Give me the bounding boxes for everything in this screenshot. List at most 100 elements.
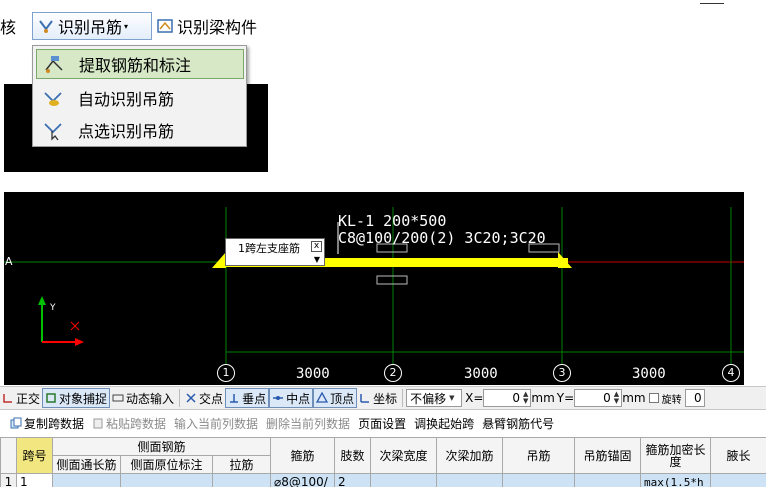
mm-label: mm xyxy=(531,391,555,405)
chevron-down-icon[interactable]: ▼ xyxy=(314,255,320,264)
beam-icon xyxy=(157,19,173,33)
midpoint-icon xyxy=(273,396,284,400)
recognize-beam-button[interactable]: 识别梁构件 xyxy=(154,12,274,40)
column-header-legs[interactable]: 肢数 xyxy=(334,437,372,474)
vertex-icon xyxy=(316,392,329,403)
audit-button[interactable]: 核 xyxy=(0,12,30,40)
row-header-corner xyxy=(0,437,17,474)
axis-bubble-2: 2 xyxy=(384,364,402,382)
offset-mode-select[interactable]: 不偏移 ▼ xyxy=(406,389,463,407)
x-label: X= xyxy=(465,391,484,405)
y-coordinate-value: 0 xyxy=(603,391,611,405)
vertex-button[interactable]: 顶点 xyxy=(313,388,358,408)
input-column-label: 输入当前列数据 xyxy=(174,416,259,431)
cad-drawing-area[interactable]: Y KL-1 200*500 C8@100/200(2) 3C20;3C20 1… xyxy=(4,192,744,385)
paste-icon xyxy=(93,418,103,429)
recognize-beam-label: 识别梁构件 xyxy=(177,18,258,37)
x-coordinate-value: 0 xyxy=(512,391,521,405)
axis-bubble-4: 4 xyxy=(722,364,740,382)
menu-item-label: 点选识别吊筋 xyxy=(78,122,175,141)
mm-label: mm xyxy=(622,391,646,405)
column-header-sec-beam-add[interactable]: 次梁加筋 xyxy=(436,437,504,474)
coordinate-icon xyxy=(360,394,370,403)
span-data-table: 跨号 侧面钢筋 箍筋 肢数 次梁宽度 次梁加筋 吊筋 吊筋锚固 箍筋加密长度 腋… xyxy=(0,437,766,491)
column-header-stirrup[interactable]: 箍筋 xyxy=(270,437,336,474)
column-header-side-through[interactable]: 侧面通长筋 xyxy=(52,455,121,474)
page-setup-button[interactable]: 页面设置 xyxy=(358,415,406,432)
dimension-text: 3000 xyxy=(632,366,666,382)
swap-start-span-label: 调换起始跨 xyxy=(414,416,475,431)
column-header-tie-bar[interactable]: 拉筋 xyxy=(211,455,272,474)
dimension-text: 3000 xyxy=(296,366,330,382)
cantilever-code-label: 悬臂钢筋代号 xyxy=(482,416,555,431)
spinner-icon[interactable]: ▲ ▼ xyxy=(523,391,528,405)
cantilever-code-button[interactable]: 悬臂钢筋代号 xyxy=(482,415,554,432)
table-bottom-area xyxy=(0,487,766,496)
beam-name-annotation: KL-1 200*500 xyxy=(338,212,447,230)
object-snap-label: 对象捕捉 xyxy=(59,391,108,406)
menu-item-label: 提取钢筋和标注 xyxy=(79,56,192,75)
recognize-hanger-button[interactable]: 识别吊筋 ▾ xyxy=(32,12,152,40)
spinner-icon[interactable]: ▲ ▼ xyxy=(614,391,619,405)
perpendicular-label: 垂点 xyxy=(242,391,267,406)
ortho-label: 正交 xyxy=(16,391,41,406)
copy-span-button[interactable]: 复制跨数据 xyxy=(10,415,84,432)
midpoint-label: 中点 xyxy=(286,391,311,406)
perpendicular-button[interactable]: 垂点 xyxy=(225,388,270,408)
dynamic-input-button[interactable]: 动态输入 xyxy=(110,388,176,408)
decorative-line xyxy=(700,3,724,4)
delete-column-button[interactable]: 删除当前列数据 xyxy=(266,415,350,432)
vertex-label: 顶点 xyxy=(330,391,355,406)
extract-rebar-icon xyxy=(45,56,63,73)
coordinate-button[interactable]: 坐标 xyxy=(357,388,399,408)
copy-icon xyxy=(10,417,22,429)
copy-span-label: 复制跨数据 xyxy=(24,416,85,431)
column-header-hanger[interactable]: 吊筋 xyxy=(502,437,576,474)
paste-span-label: 粘贴跨数据 xyxy=(106,416,167,431)
inplace-edit-text: 1跨左支座筋 xyxy=(238,242,300,255)
menu-item-extract-rebar[interactable]: 提取钢筋和标注 xyxy=(36,49,244,79)
page-setup-label: 页面设置 xyxy=(358,416,407,431)
perpendicular-icon xyxy=(230,394,239,403)
x-coordinate-input[interactable]: 0 ▲ ▼ xyxy=(483,389,532,407)
dynamic-input-label: 动态输入 xyxy=(126,391,175,406)
swap-start-span-button[interactable]: 调换起始跨 xyxy=(414,415,474,432)
hanger-dropdown-menu: 提取钢筋和标注 自动识别吊筋 点选识别吊筋 xyxy=(32,45,247,147)
paste-span-button[interactable]: 粘贴跨数据 xyxy=(92,415,166,432)
chevron-down-icon: ▼ xyxy=(449,393,455,402)
point-select-icon xyxy=(44,123,62,141)
snap-toolbar: 正交 对象捕捉 动态输入 交点 垂点 中点 顶点 坐标 不偏移 ▼ X= 0 ▲… xyxy=(0,386,766,410)
dynamic-input-icon xyxy=(112,394,124,402)
ortho-button[interactable]: 正交 xyxy=(0,388,42,408)
menu-item-auto-recognize[interactable]: 自动识别吊筋 xyxy=(36,83,244,113)
menu-item-label: 自动识别吊筋 xyxy=(78,90,175,109)
audit-label: 核 xyxy=(0,18,17,37)
midpoint-button[interactable]: 中点 xyxy=(269,388,314,408)
column-header-span-no[interactable]: 跨号 xyxy=(16,437,53,474)
chevron-down-icon: ▾ xyxy=(124,21,129,31)
close-icon[interactable]: x xyxy=(311,241,322,252)
dimension-text: 3000 xyxy=(464,366,498,382)
rotate-label: 旋转 xyxy=(661,394,682,406)
column-header-sec-beam-width[interactable]: 次梁宽度 xyxy=(370,437,438,474)
ortho-icon xyxy=(3,394,12,403)
toolbar-separator xyxy=(402,389,404,407)
rotate-checkbox[interactable] xyxy=(648,393,659,403)
column-header-hanger-anchor[interactable]: 吊筋锚固 xyxy=(574,437,642,474)
rotate-input[interactable]: 0 xyxy=(684,389,705,407)
rotate-value: 0 xyxy=(693,391,702,405)
menu-item-point-select[interactable]: 点选识别吊筋 xyxy=(36,115,244,145)
column-header-dense-length[interactable]: 箍筋加密长度 xyxy=(640,437,712,474)
intersection-button[interactable]: 交点 xyxy=(183,388,225,408)
object-snap-button[interactable]: 对象捕捉 xyxy=(42,388,111,408)
y-coordinate-input[interactable]: 0 ▲ ▼ xyxy=(574,389,623,407)
column-header-side-original[interactable]: 侧面原位标注 xyxy=(120,455,213,474)
column-header-side-group: 侧面钢筋 xyxy=(51,437,272,456)
coordinate-label: 坐标 xyxy=(373,391,398,406)
inplace-edit-box[interactable]: 1跨左支座筋 x ▼ xyxy=(225,238,325,266)
toolbar-separator xyxy=(179,389,181,407)
column-header-haunch[interactable]: 腋长 xyxy=(710,437,766,474)
input-column-button[interactable]: 输入当前列数据 xyxy=(174,415,258,432)
auto-recognize-icon xyxy=(44,92,62,106)
beam-rebar-annotation: C8@100/200(2) 3C20;3C20 xyxy=(338,229,546,247)
